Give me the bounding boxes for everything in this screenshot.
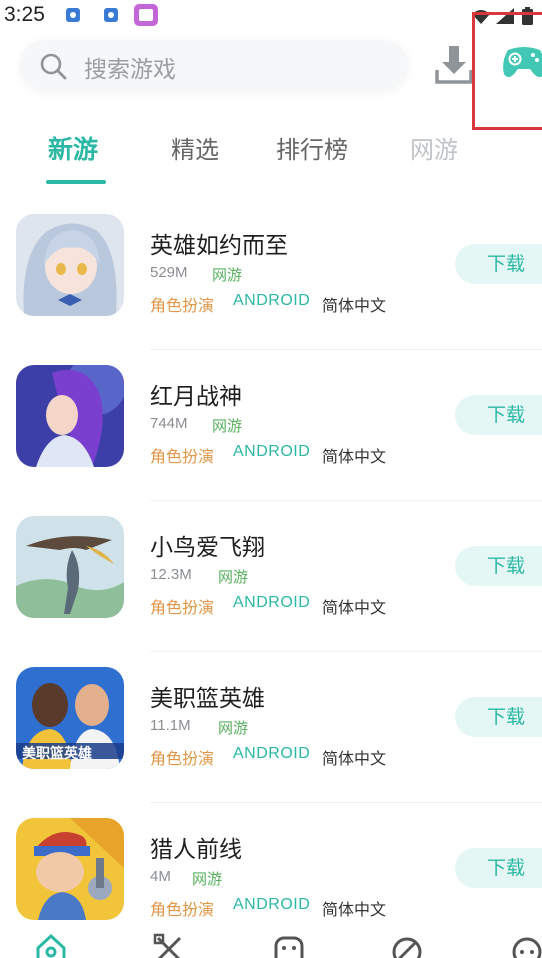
platform-tag: ANDROID — [233, 443, 311, 460]
genre-tag: 角色扮演 — [150, 447, 215, 466]
download-button[interactable]: 下载 — [455, 395, 542, 435]
tab-indicator — [46, 180, 106, 184]
tab-featured[interactable]: 精选 — [171, 130, 219, 165]
platform-tag: ANDROID — [233, 292, 311, 309]
language-tag: 简体中文 — [322, 447, 387, 466]
tools-icon[interactable] — [152, 932, 186, 958]
list-item[interactable]: 小鸟爱飞翔 12.3M 网游 角色扮演 ANDROID 简体中文 下载 — [0, 502, 542, 652]
status-bar: 3:25 — [0, 0, 542, 32]
game-icon[interactable] — [16, 516, 124, 618]
download-manager-icon[interactable] — [434, 44, 474, 86]
list-item[interactable]: 美职篮英雄 美职篮英雄 11.1M 网游 角色扮演 ANDROID 简体中文 下… — [0, 653, 542, 803]
search-icon — [40, 53, 67, 80]
genre-tag: 角色扮演 — [150, 598, 215, 617]
notification-icon — [104, 8, 118, 22]
divider — [150, 500, 542, 501]
tab-new-games[interactable]: 新游 — [48, 130, 98, 166]
game-icon[interactable]: 美职篮英雄 — [16, 667, 124, 769]
games-icon[interactable] — [272, 932, 306, 958]
home-icon[interactable] — [34, 932, 68, 958]
game-name: 美职篮英雄 — [150, 686, 265, 712]
category-tabs: 新游 精选 排行榜 网游 — [0, 120, 542, 190]
game-icon[interactable] — [16, 214, 124, 316]
language-tag: 简体中文 — [322, 749, 387, 768]
platform-tag: ANDROID — [233, 594, 311, 611]
game-type-tag: 网游 — [218, 719, 249, 737]
game-type-tag: 网游 — [212, 417, 243, 435]
game-name: 小鸟爱飞翔 — [150, 535, 265, 561]
divider — [150, 802, 542, 803]
language-tag: 简体中文 — [322, 296, 387, 315]
game-size: 744M — [150, 415, 188, 432]
game-size: 4M — [150, 868, 171, 885]
download-button[interactable]: 下载 — [455, 546, 542, 586]
tab-ranking[interactable]: 排行榜 — [276, 130, 348, 165]
discover-icon[interactable] — [390, 932, 424, 958]
game-type-tag: 网游 — [192, 870, 223, 888]
language-tag: 简体中文 — [322, 900, 387, 919]
game-type-tag: 网游 — [218, 568, 249, 586]
app-notification-icon — [134, 4, 158, 26]
game-size: 12.3M — [150, 566, 192, 583]
game-size: 11.1M — [150, 717, 191, 734]
list-item[interactable]: 红月战神 744M 网游 角色扮演 ANDROID 简体中文 下载 — [0, 351, 542, 501]
divider — [150, 349, 542, 350]
list-item[interactable]: 英雄如约而至 529M 网游 角色扮演 ANDROID 简体中文 下载 — [0, 200, 542, 350]
genre-tag: 角色扮演 — [150, 749, 215, 768]
game-icon-logo-text: 美职篮英雄 — [22, 746, 92, 762]
game-name: 猎人前线 — [150, 837, 242, 863]
game-type-tag: 网游 — [212, 266, 243, 284]
status-time: 3:25 — [4, 3, 45, 26]
platform-tag: ANDROID — [233, 896, 311, 913]
notification-icon — [66, 8, 80, 22]
game-icon[interactable] — [16, 365, 124, 467]
game-size: 529M — [150, 264, 188, 281]
tab-online-games[interactable]: 网游 — [410, 130, 458, 165]
download-button[interactable]: 下载 — [455, 697, 542, 737]
gamepad-icon[interactable] — [500, 42, 542, 82]
profile-icon[interactable] — [510, 932, 542, 958]
genre-tag: 角色扮演 — [150, 296, 215, 315]
download-button[interactable]: 下载 — [455, 244, 542, 284]
bottom-nav — [0, 926, 542, 958]
search-placeholder: 搜索游戏 — [84, 57, 176, 83]
language-tag: 简体中文 — [322, 598, 387, 617]
game-name: 英雄如约而至 — [150, 233, 288, 259]
download-button[interactable]: 下载 — [455, 848, 542, 888]
divider — [150, 651, 542, 652]
game-name: 红月战神 — [150, 384, 242, 410]
platform-tag: ANDROID — [233, 745, 311, 762]
search-input[interactable]: 搜索游戏 — [20, 40, 408, 90]
genre-tag: 角色扮演 — [150, 900, 215, 919]
game-icon[interactable] — [16, 818, 124, 920]
